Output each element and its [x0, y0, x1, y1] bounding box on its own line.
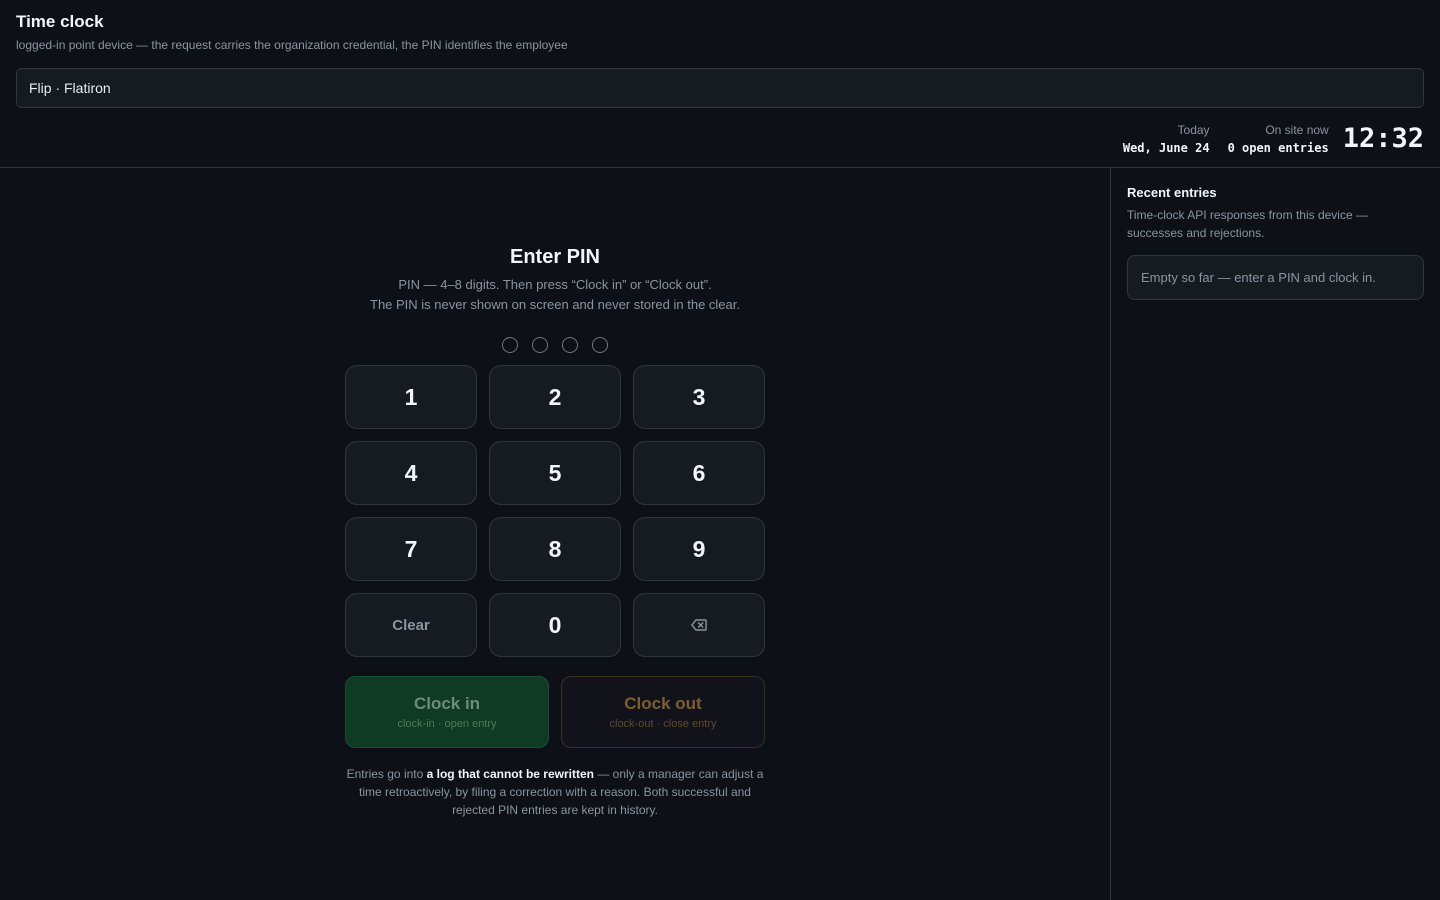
key-5[interactable]: 5	[489, 441, 621, 505]
key-2[interactable]: 2	[489, 365, 621, 429]
actions: Clock in clock-in · open entry Clock out…	[345, 676, 765, 748]
backspace-icon	[691, 619, 707, 631]
pin-dot	[502, 337, 518, 353]
pin-dot	[532, 337, 548, 353]
clock-out-button[interactable]: Clock out clock-out · close entry	[561, 676, 765, 748]
clock-out-sub: clock-out · close entry	[609, 717, 717, 730]
location-label: Flip · Flatiron	[29, 80, 111, 96]
stat-onsite: On site now 0 open entries	[1228, 123, 1329, 155]
recent-entries-description: Time-clock API responses from this devic…	[1127, 208, 1368, 240]
keypad: 1 2 3 4 5 6 7 8 9 Clear 0	[345, 365, 765, 657]
log-note: Entries go into a log that cannot be rew…	[345, 765, 765, 819]
log-note-bold: a log that cannot be rewritten	[426, 767, 594, 781]
pin-dot	[562, 337, 578, 353]
page-subtitle: logged-in point device — the request car…	[16, 38, 568, 52]
pin-help-line2: The PIN is never shown on screen and nev…	[370, 297, 740, 312]
header: Time clock logged-in point device — the …	[0, 0, 1440, 168]
clock-in-button[interactable]: Clock in clock-in · open entry	[345, 676, 549, 748]
main-area: Enter PIN PIN — 4–8 digits. Then press “…	[0, 168, 1110, 900]
pin-help-line1: PIN — 4–8 digits. Then press “Clock in” …	[398, 277, 712, 292]
recent-entries-panel: Recent entries Time-clock API responses …	[1110, 168, 1440, 900]
key-9[interactable]: 9	[633, 517, 765, 581]
clear-button[interactable]: Clear	[345, 593, 477, 657]
body: Enter PIN PIN — 4–8 digits. Then press “…	[0, 168, 1440, 900]
clock-in-sub: clock-in · open entry	[397, 717, 497, 730]
recent-entries-empty: Empty so far — enter a PIN and clock in.	[1127, 255, 1424, 300]
pin-help: PIN — 4–8 digits. Then press “Clock in” …	[345, 275, 765, 315]
location-select[interactable]: Flip · Flatiron	[16, 68, 1424, 108]
key-3[interactable]: 3	[633, 365, 765, 429]
app: Time clock logged-in point device — the …	[0, 0, 1440, 900]
key-6[interactable]: 6	[633, 441, 765, 505]
backspace-button[interactable]	[633, 593, 765, 657]
current-time: 12:32	[1342, 123, 1424, 154]
log-note-part1: Entries go into	[346, 767, 427, 781]
key-1[interactable]: 1	[345, 365, 477, 429]
clock-out-label: Clock out	[624, 693, 702, 713]
recent-entries-title: Recent entries	[1127, 185, 1217, 200]
clock-in-label: Clock in	[413, 693, 481, 713]
stat-today: Today Wed, June 24	[1123, 123, 1210, 155]
stat-today-value: Wed, June 24	[1122, 141, 1210, 155]
key-7[interactable]: 7	[345, 517, 477, 581]
key-0[interactable]: 0	[489, 593, 621, 657]
stat-onsite-label: On site now	[1265, 123, 1329, 137]
key-4[interactable]: 4	[345, 441, 477, 505]
pin-dot	[592, 337, 608, 353]
pin-dots	[345, 337, 765, 353]
pin-title: Enter PIN	[509, 246, 601, 268]
stat-today-label: Today	[1177, 123, 1210, 137]
stats: Today Wed, June 24 On site now 0 open en…	[1123, 123, 1424, 155]
pin-panel: Enter PIN PIN — 4–8 digits. Then press “…	[345, 246, 765, 819]
stat-onsite-value: 0 open entries	[1227, 141, 1329, 155]
page-title: Time clock	[16, 12, 104, 31]
key-8[interactable]: 8	[489, 517, 621, 581]
